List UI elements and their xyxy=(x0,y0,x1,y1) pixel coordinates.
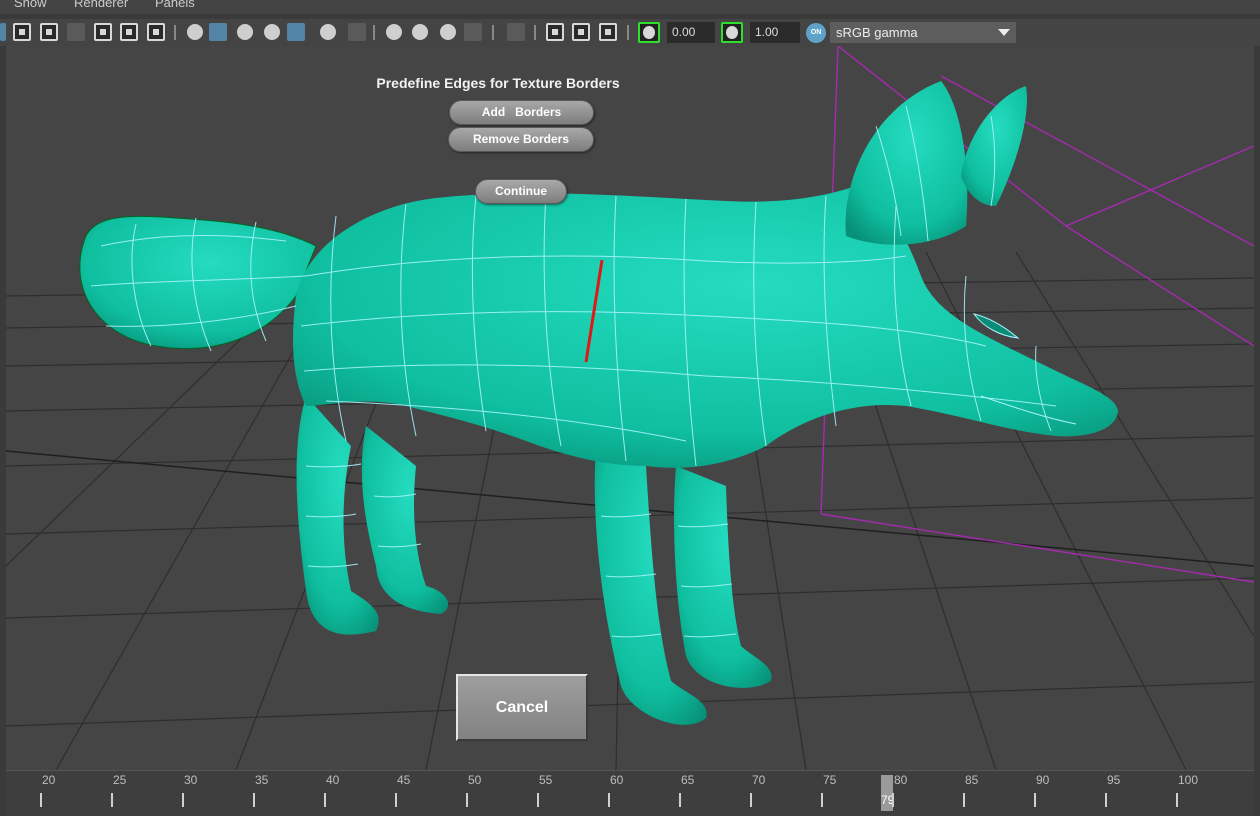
cancel-button[interactable]: Cancel xyxy=(456,674,588,741)
wireframe-icon[interactable] xyxy=(187,24,203,40)
xray-icon[interactable] xyxy=(546,23,564,41)
continue-button[interactable]: Continue xyxy=(475,179,567,204)
toolbar-separator xyxy=(373,25,375,40)
lighting-icon[interactable] xyxy=(320,24,336,40)
timeline-tick xyxy=(679,793,681,807)
fox-tail xyxy=(79,215,317,350)
remove-borders-button[interactable]: Remove Borders xyxy=(448,127,594,152)
default-material-icon[interactable] xyxy=(237,24,253,40)
timeline-tick xyxy=(111,793,113,807)
menu-show[interactable]: Show xyxy=(14,0,47,10)
timeline-frame-label: 50 xyxy=(468,773,482,787)
textured-icon[interactable] xyxy=(287,23,305,41)
timeline-tick xyxy=(750,793,752,807)
toolbar-separator xyxy=(492,25,494,40)
panel-edge-icon xyxy=(0,23,6,41)
color-management-toggle[interactable]: ON xyxy=(806,23,826,43)
timeline-tick xyxy=(892,793,894,807)
timeline-tick xyxy=(608,793,610,807)
timeline-frame-label: 45 xyxy=(397,773,411,787)
fox-front-leg-back xyxy=(674,466,772,688)
view-transform-select[interactable]: sRGB gamma xyxy=(830,22,1016,43)
timeline-frame-label: 95 xyxy=(1107,773,1121,787)
field-chart-icon[interactable] xyxy=(94,23,112,41)
timeline-frame-label: 20 xyxy=(42,773,56,787)
viewport-toolbar: 0.00 1.00 ON sRGB gamma xyxy=(0,19,1260,46)
chevron-down-icon[interactable] xyxy=(998,29,1010,36)
overlay-title: Predefine Edges for Texture Borders xyxy=(376,75,620,91)
timeline-frame-label: 75 xyxy=(823,773,837,787)
timeline-tick xyxy=(466,793,468,807)
timeline-tick xyxy=(182,793,184,807)
gamma-field[interactable]: 1.00 xyxy=(750,22,800,43)
timeline-frame-label: 65 xyxy=(681,773,695,787)
timeline-frame-label: 100 xyxy=(1178,773,1199,787)
fox-hind-leg-back xyxy=(361,426,449,614)
xray-active-icon[interactable] xyxy=(572,23,590,41)
exposure-field[interactable]: 0.00 xyxy=(667,22,715,43)
timeline-frame-label: 80 xyxy=(894,773,908,787)
anti-aliasing-icon[interactable] xyxy=(440,24,456,40)
fox-mesh xyxy=(79,81,1118,725)
smooth-shade-icon[interactable] xyxy=(209,23,227,41)
gamma-icon[interactable] xyxy=(721,22,743,43)
menu-renderer[interactable]: Renderer xyxy=(74,0,128,10)
toolbar-separator xyxy=(534,25,536,40)
timeline-frame-label: 55 xyxy=(539,773,553,787)
add-borders-button[interactable]: Add Borders xyxy=(449,100,594,125)
timeline-tick xyxy=(537,793,539,807)
depth-of-field-icon[interactable] xyxy=(464,23,482,41)
time-slider[interactable]: 79 20 25 30 35 40 45 50 55 60 65 70 75 80 85 90 95 100 xyxy=(6,770,1254,816)
timeline-tick xyxy=(1105,793,1107,807)
exposure-icon[interactable] xyxy=(638,22,660,43)
film-gate-icon[interactable] xyxy=(13,23,31,41)
timeline-frame-label: 85 xyxy=(965,773,979,787)
timeline-frame-label: 25 xyxy=(113,773,127,787)
timeline-frame-label: 35 xyxy=(255,773,269,787)
3d-viewport[interactable] xyxy=(6,46,1254,770)
wireframe-on-shaded-icon[interactable] xyxy=(264,24,280,40)
timeline-tick xyxy=(963,793,965,807)
toolbar-separator xyxy=(627,25,629,40)
timeline-tick xyxy=(395,793,397,807)
timeline-tick xyxy=(821,793,823,807)
timeline-tick xyxy=(253,793,255,807)
timeline-frame-label: 40 xyxy=(326,773,340,787)
ambient-occlusion-icon[interactable] xyxy=(386,24,402,40)
timeline-tick xyxy=(1034,793,1036,807)
timeline-tick xyxy=(324,793,326,807)
timeline-frame-label: 30 xyxy=(184,773,198,787)
timeline-frame-label: 70 xyxy=(752,773,766,787)
menu-panels[interactable]: Panels xyxy=(155,0,195,10)
viewport-menubar: Show Renderer Panels xyxy=(0,0,1260,14)
timeline-tick xyxy=(1176,793,1178,807)
isolate-select-icon[interactable] xyxy=(507,23,525,41)
gate-mask-icon[interactable] xyxy=(67,23,85,41)
safe-title-icon[interactable] xyxy=(147,23,165,41)
scene-canvas[interactable] xyxy=(6,46,1254,770)
motion-blur-icon[interactable] xyxy=(412,24,428,40)
resolution-gate-icon[interactable] xyxy=(40,23,58,41)
fox-ear-left xyxy=(845,81,968,245)
xray-joints-icon[interactable] xyxy=(599,23,617,41)
timeline-frame-label: 60 xyxy=(610,773,624,787)
timeline-tick xyxy=(40,793,42,807)
shadows-icon[interactable] xyxy=(348,23,366,41)
safe-action-icon[interactable] xyxy=(120,23,138,41)
view-transform-value: sRGB gamma xyxy=(836,25,918,40)
timeline-frame-label: 90 xyxy=(1036,773,1050,787)
toolbar-separator xyxy=(174,25,176,40)
